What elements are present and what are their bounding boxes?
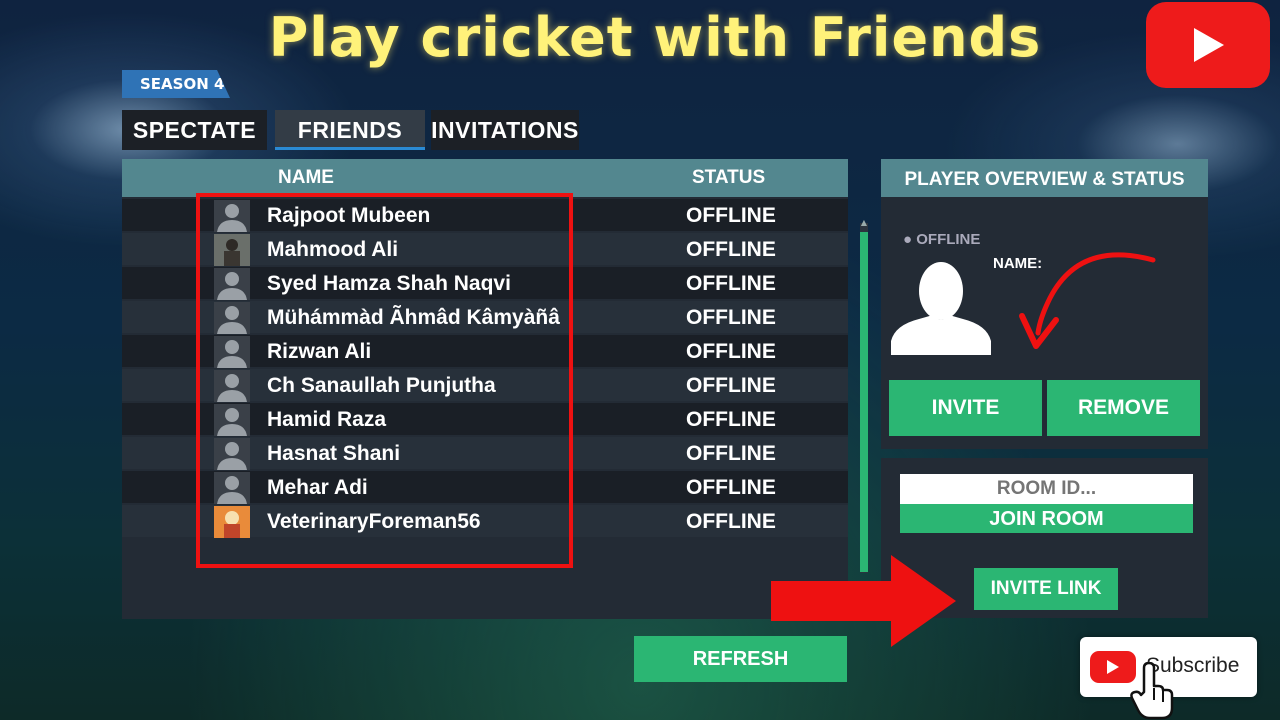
friend-status: OFFLINE [686,510,776,533]
friend-status: OFFLINE [686,204,776,227]
youtube-logo-icon [1146,2,1270,88]
scroll-up-icon[interactable]: ▲ [860,218,868,228]
friend-status: OFFLINE [686,408,776,431]
friend-status: OFFLINE [686,306,776,329]
season-badge: SEASON 4 [122,70,230,98]
player-silhouette-icon [891,262,991,355]
friends-list-header: NAME STATUS [122,159,848,197]
friend-status: OFFLINE [686,238,776,261]
join-room-button[interactable]: JOIN ROOM [900,504,1193,533]
column-header-status: STATUS [692,167,766,188]
friend-status: OFFLINE [686,476,776,499]
scrollbar-thumb[interactable] [860,232,868,572]
tab-invitations[interactable]: INVITATIONS [431,110,579,150]
player-overview-title: PLAYER OVERVIEW & STATUS [881,159,1208,197]
hand-cursor-icon [1130,662,1174,720]
friend-status: OFFLINE [686,442,776,465]
player-status-text: OFFLINE [916,231,981,248]
highlight-box [196,193,573,568]
friend-status: OFFLINE [686,374,776,397]
friend-status: OFFLINE [686,272,776,295]
right-arrow-icon [771,555,956,647]
tab-spectate[interactable]: SPECTATE [122,110,267,150]
tab-friends-list[interactable]: FRIENDS LIST [275,110,425,183]
invite-button[interactable]: INVITE [889,380,1042,436]
curved-arrow-icon [1019,252,1156,349]
player-status-label: ● OFFLINE [903,231,981,248]
video-headline: Play cricket with Friends [268,6,1042,69]
column-header-name: NAME [278,167,334,188]
friend-status: OFFLINE [686,340,776,363]
remove-button[interactable]: REMOVE [1047,380,1200,436]
invite-link-button[interactable]: INVITE LINK [974,568,1118,610]
room-id-input[interactable] [900,474,1193,504]
